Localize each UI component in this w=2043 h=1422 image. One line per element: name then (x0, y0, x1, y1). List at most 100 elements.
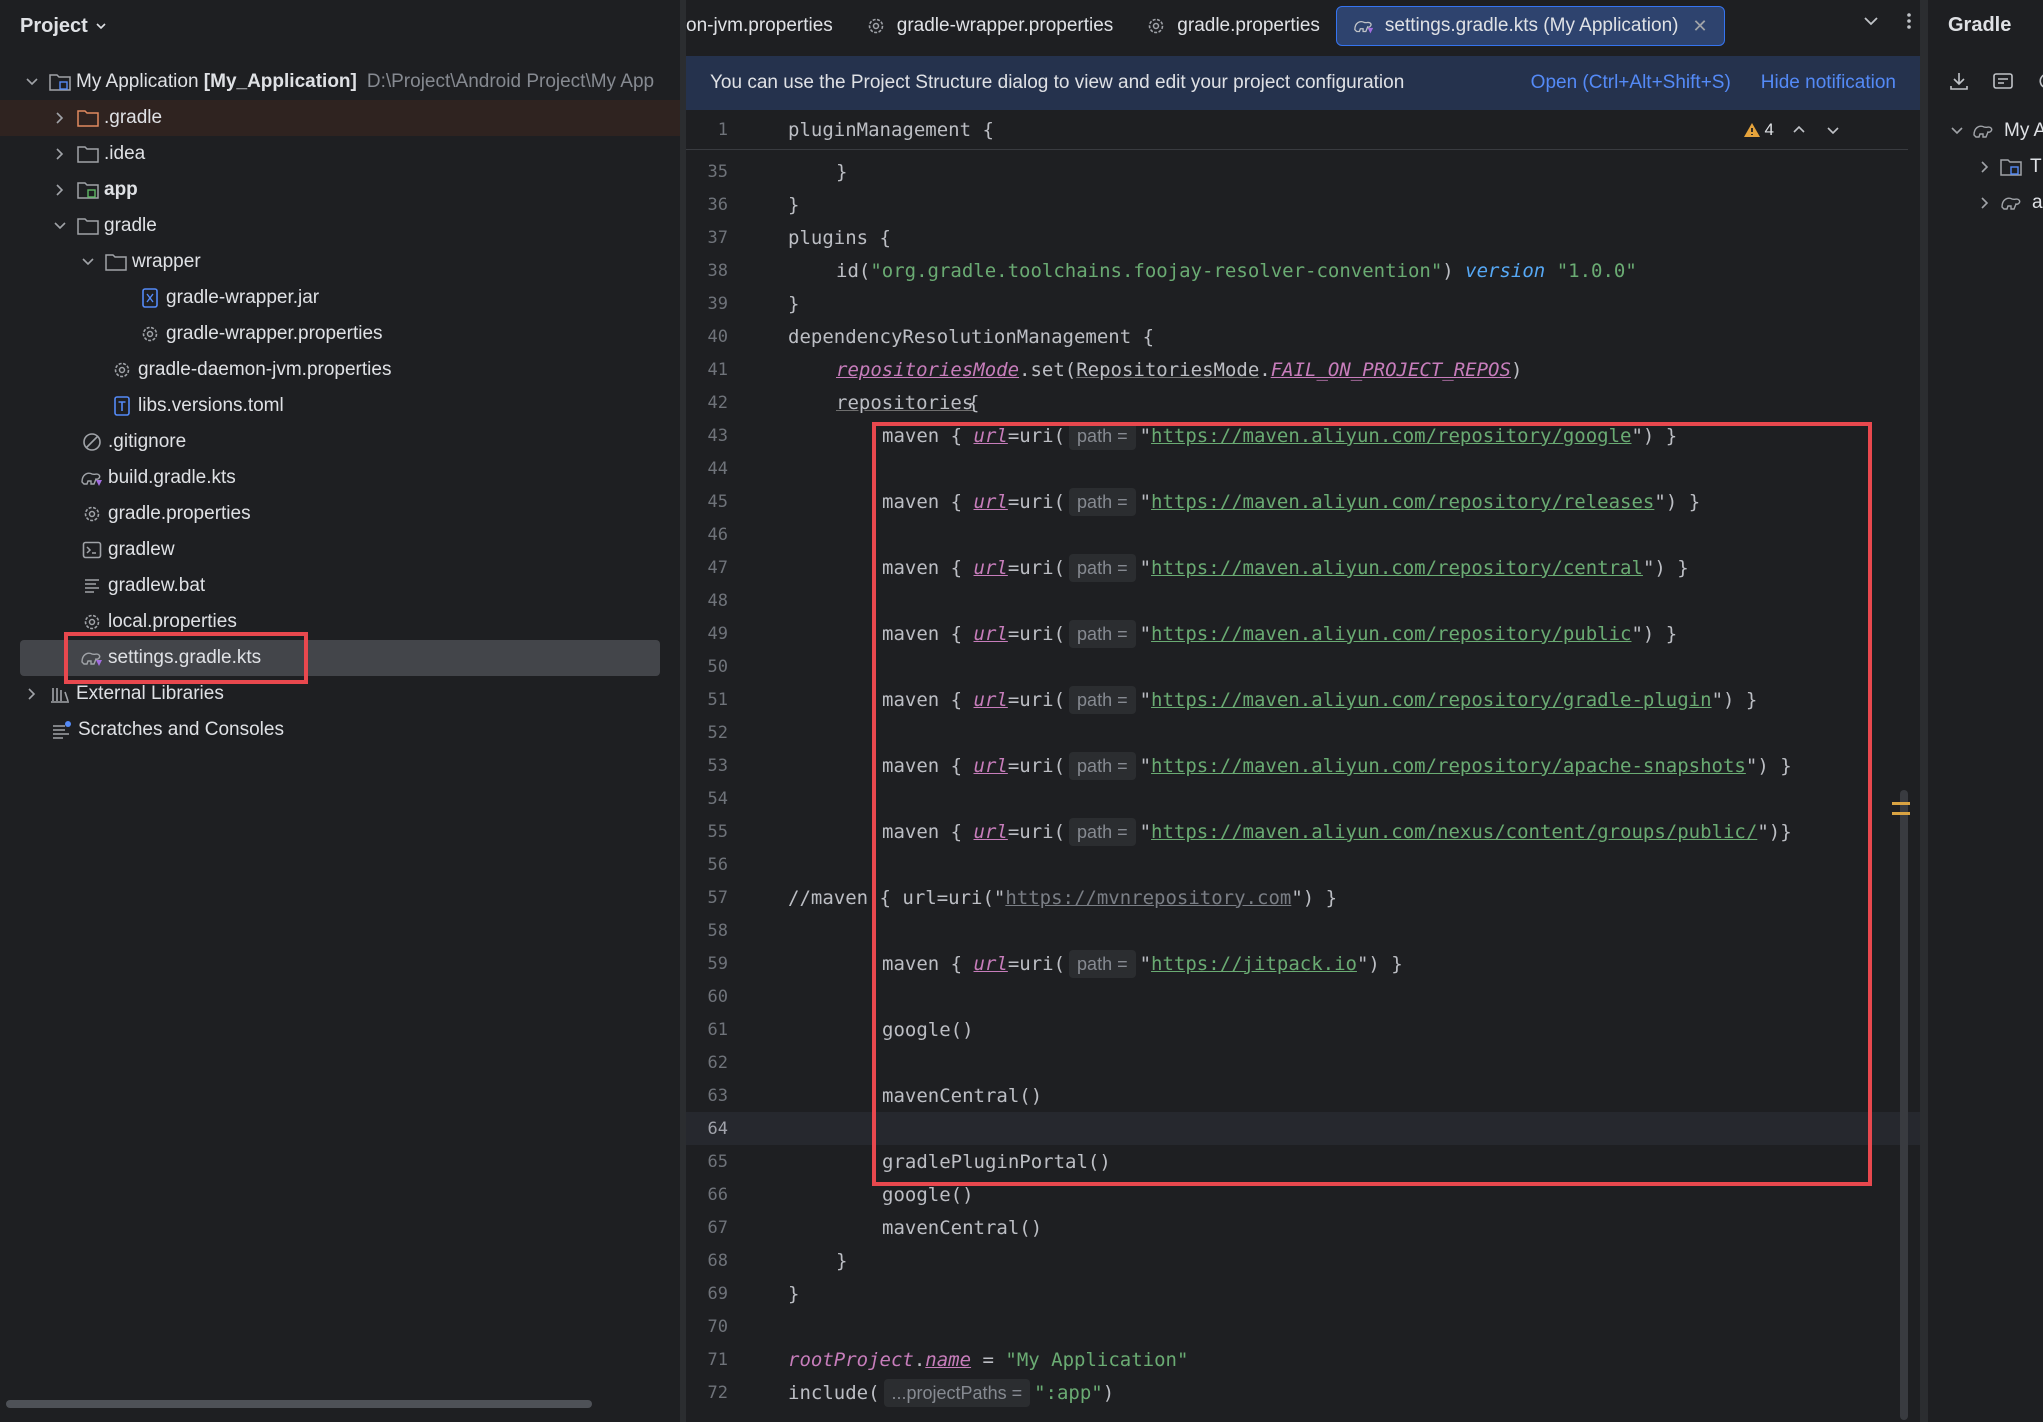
gradle-tree-label: T (2030, 156, 2042, 177)
tree-item-root[interactable]: My Application [My_Application] D:\Proje… (0, 64, 680, 100)
tree-item-label: .gitignore (108, 431, 187, 452)
code-line: 60 (707, 986, 728, 1007)
chevron-right-icon[interactable] (50, 144, 70, 164)
close-icon[interactable]: ✕ (1692, 16, 1707, 37)
refresh-icon[interactable] (2036, 70, 2043, 92)
module-folder-icon (2000, 159, 2022, 176)
project-panel-title: Project (20, 14, 88, 37)
tree-item-dot-gradle[interactable]: .gradle (0, 100, 680, 136)
code-line: 37 plugins { (707, 226, 891, 249)
tree-item-label: gradle.properties (108, 503, 251, 524)
tab-settings-gradle-kts[interactable]: settings.gradle.kts (My Application) ✕ (1335, 6, 1725, 46)
code-area[interactable]: 35} 36} 37 plugins { 38 id("org.gradle.too… (686, 110, 1920, 1422)
tree-item-gradle-wrapper-properties[interactable]: gradle-wrapper.properties (0, 316, 680, 352)
tree-item-label: app (104, 179, 138, 200)
download-icon[interactable] (1948, 70, 1970, 92)
gradle-toolbar (1948, 70, 2043, 92)
tree-item-label: gradle-daemon-jvm.properties (138, 359, 392, 380)
folder-icon (76, 142, 100, 166)
code-line: 72 include(...projectPaths = ":app") (686, 1376, 1920, 1409)
tree-item-libs-versions[interactable]: libs.versions.toml (0, 388, 680, 424)
tree-item-label: External Libraries (76, 683, 224, 704)
tasks-icon[interactable] (1992, 70, 2014, 92)
tab-gradle-properties[interactable]: gradle.properties (1129, 6, 1336, 46)
tree-item-scratches[interactable]: Scratches and Consoles (0, 712, 680, 748)
sticky-scope-header[interactable]: 1 pluginManagement { (686, 110, 1908, 150)
hide-notification-link[interactable]: Hide notification (1761, 72, 1896, 94)
notification-text: You can use the Project Structure dialog… (710, 72, 1405, 93)
chevron-down-icon[interactable] (1950, 124, 1964, 138)
tree-item-label: settings.gradle.kts (108, 647, 262, 668)
gradle-kotlin-icon (80, 466, 104, 490)
tree-item-gradle-daemon-jvm[interactable]: gradle-daemon-jvm.properties (0, 352, 680, 388)
tree-item-label: Scratches and Consoles (78, 719, 284, 740)
chevron-up-icon[interactable] (1792, 123, 1806, 137)
tab-label: gradle.properties (1177, 15, 1320, 36)
tab-gradle-wrapper-properties[interactable]: gradle-wrapper.properties (849, 6, 1130, 46)
tree-item-gradlew-bat[interactable]: gradlew.bat (0, 568, 680, 604)
panel-splitter-right[interactable] (1920, 0, 1928, 1422)
tree-item-local-properties[interactable]: local.properties (0, 604, 680, 640)
sticky-line-text: pluginManagement { (788, 118, 994, 141)
warning-icon (1743, 123, 1760, 137)
code-line: 38 id("org.gradle.toolchains.foojay-resol… (707, 259, 1637, 282)
tree-item-idea[interactable]: .idea (0, 136, 680, 172)
code-line: 44 (707, 458, 728, 479)
chevron-right-icon[interactable] (50, 108, 70, 128)
tab-label: settings.gradle.kts (My Application) (1384, 15, 1679, 36)
code-line: 43 maven { url=uri(path = "https://maven.a… (686, 419, 1920, 452)
project-path: D:\Project\Android Project\My App (366, 71, 655, 92)
open-project-structure-link[interactable]: Open (Ctrl+Alt+Shift+S) (1531, 72, 1731, 94)
tree-item-gradlew[interactable]: gradlew (0, 532, 680, 568)
tree-item-build-gradle-kts[interactable]: build.gradle.kts (0, 460, 680, 496)
warning-marker[interactable] (1892, 812, 1910, 815)
code-line: 54 (707, 788, 728, 809)
horizontal-scrollbar[interactable] (6, 1400, 592, 1408)
module-name: [My_Application] (203, 71, 357, 92)
module-folder-icon (48, 70, 72, 94)
inspection-widget[interactable]: 4 (1743, 120, 1840, 140)
chevron-right-icon[interactable] (1978, 160, 1992, 174)
tree-item-label: My Application (76, 71, 199, 92)
code-line: 41 repositoriesMode.set(RepositoriesMode.… (707, 358, 1523, 381)
folder-icon (76, 214, 100, 238)
tree-item-settings-gradle-kts[interactable]: settings.gradle.kts (20, 640, 660, 676)
tree-item-label: gradle (104, 215, 157, 236)
gradle-tree-item-app[interactable]: a (1978, 192, 2043, 214)
code-line: 40 dependencyResolutionManagement { (707, 325, 1155, 348)
code-line: 46 (707, 524, 728, 545)
chevron-down-icon[interactable] (78, 252, 98, 272)
gradle-kotlin-icon (1353, 15, 1375, 37)
chevron-down-icon[interactable] (22, 72, 42, 92)
chevron-down-icon[interactable] (1826, 123, 1840, 137)
more-options-icon[interactable] (1906, 12, 1912, 30)
tree-item-app[interactable]: app (0, 172, 680, 208)
code-line: 42 repositories{ (707, 391, 980, 414)
gear-icon (80, 502, 104, 526)
gear-icon (110, 358, 134, 382)
project-view-selector[interactable]: Project (0, 0, 680, 52)
tree-item-gradle-folder[interactable]: gradle (0, 208, 680, 244)
chevron-right-icon[interactable] (50, 180, 70, 200)
gradle-tree-item-root[interactable]: My A (1950, 120, 2043, 142)
chevron-down-icon (96, 23, 106, 30)
code-line: 58 (707, 920, 728, 941)
vertical-scrollbar[interactable] (1900, 790, 1908, 1420)
gradle-icon (2001, 197, 2021, 210)
tree-item-gitignore[interactable]: .gitignore (0, 424, 680, 460)
gradle-icon (1973, 125, 1993, 138)
tab-gradle-daemon-jvm[interactable]: on-jvm.properties (686, 6, 849, 46)
chevron-down-icon[interactable] (1862, 12, 1880, 30)
chevron-right-icon[interactable] (22, 684, 42, 704)
tree-item-wrapper[interactable]: wrapper (0, 244, 680, 280)
editor-tab-bar: on-jvm.properties gradle-wrapper.propert… (686, 0, 1920, 52)
warning-marker[interactable] (1892, 802, 1910, 805)
chevron-right-icon[interactable] (1978, 196, 1992, 210)
code-line: 45 maven { url=uri(path = "https://maven.a… (686, 485, 1920, 518)
gradle-tree-item-tasks[interactable]: T (1978, 156, 2042, 178)
text-file-icon (80, 574, 104, 598)
chevron-down-icon[interactable] (50, 216, 70, 236)
tree-item-external-libraries[interactable]: External Libraries (0, 676, 680, 712)
tree-item-gradle-properties[interactable]: gradle.properties (0, 496, 680, 532)
tree-item-gradle-wrapper-jar[interactable]: gradle-wrapper.jar (0, 280, 680, 316)
